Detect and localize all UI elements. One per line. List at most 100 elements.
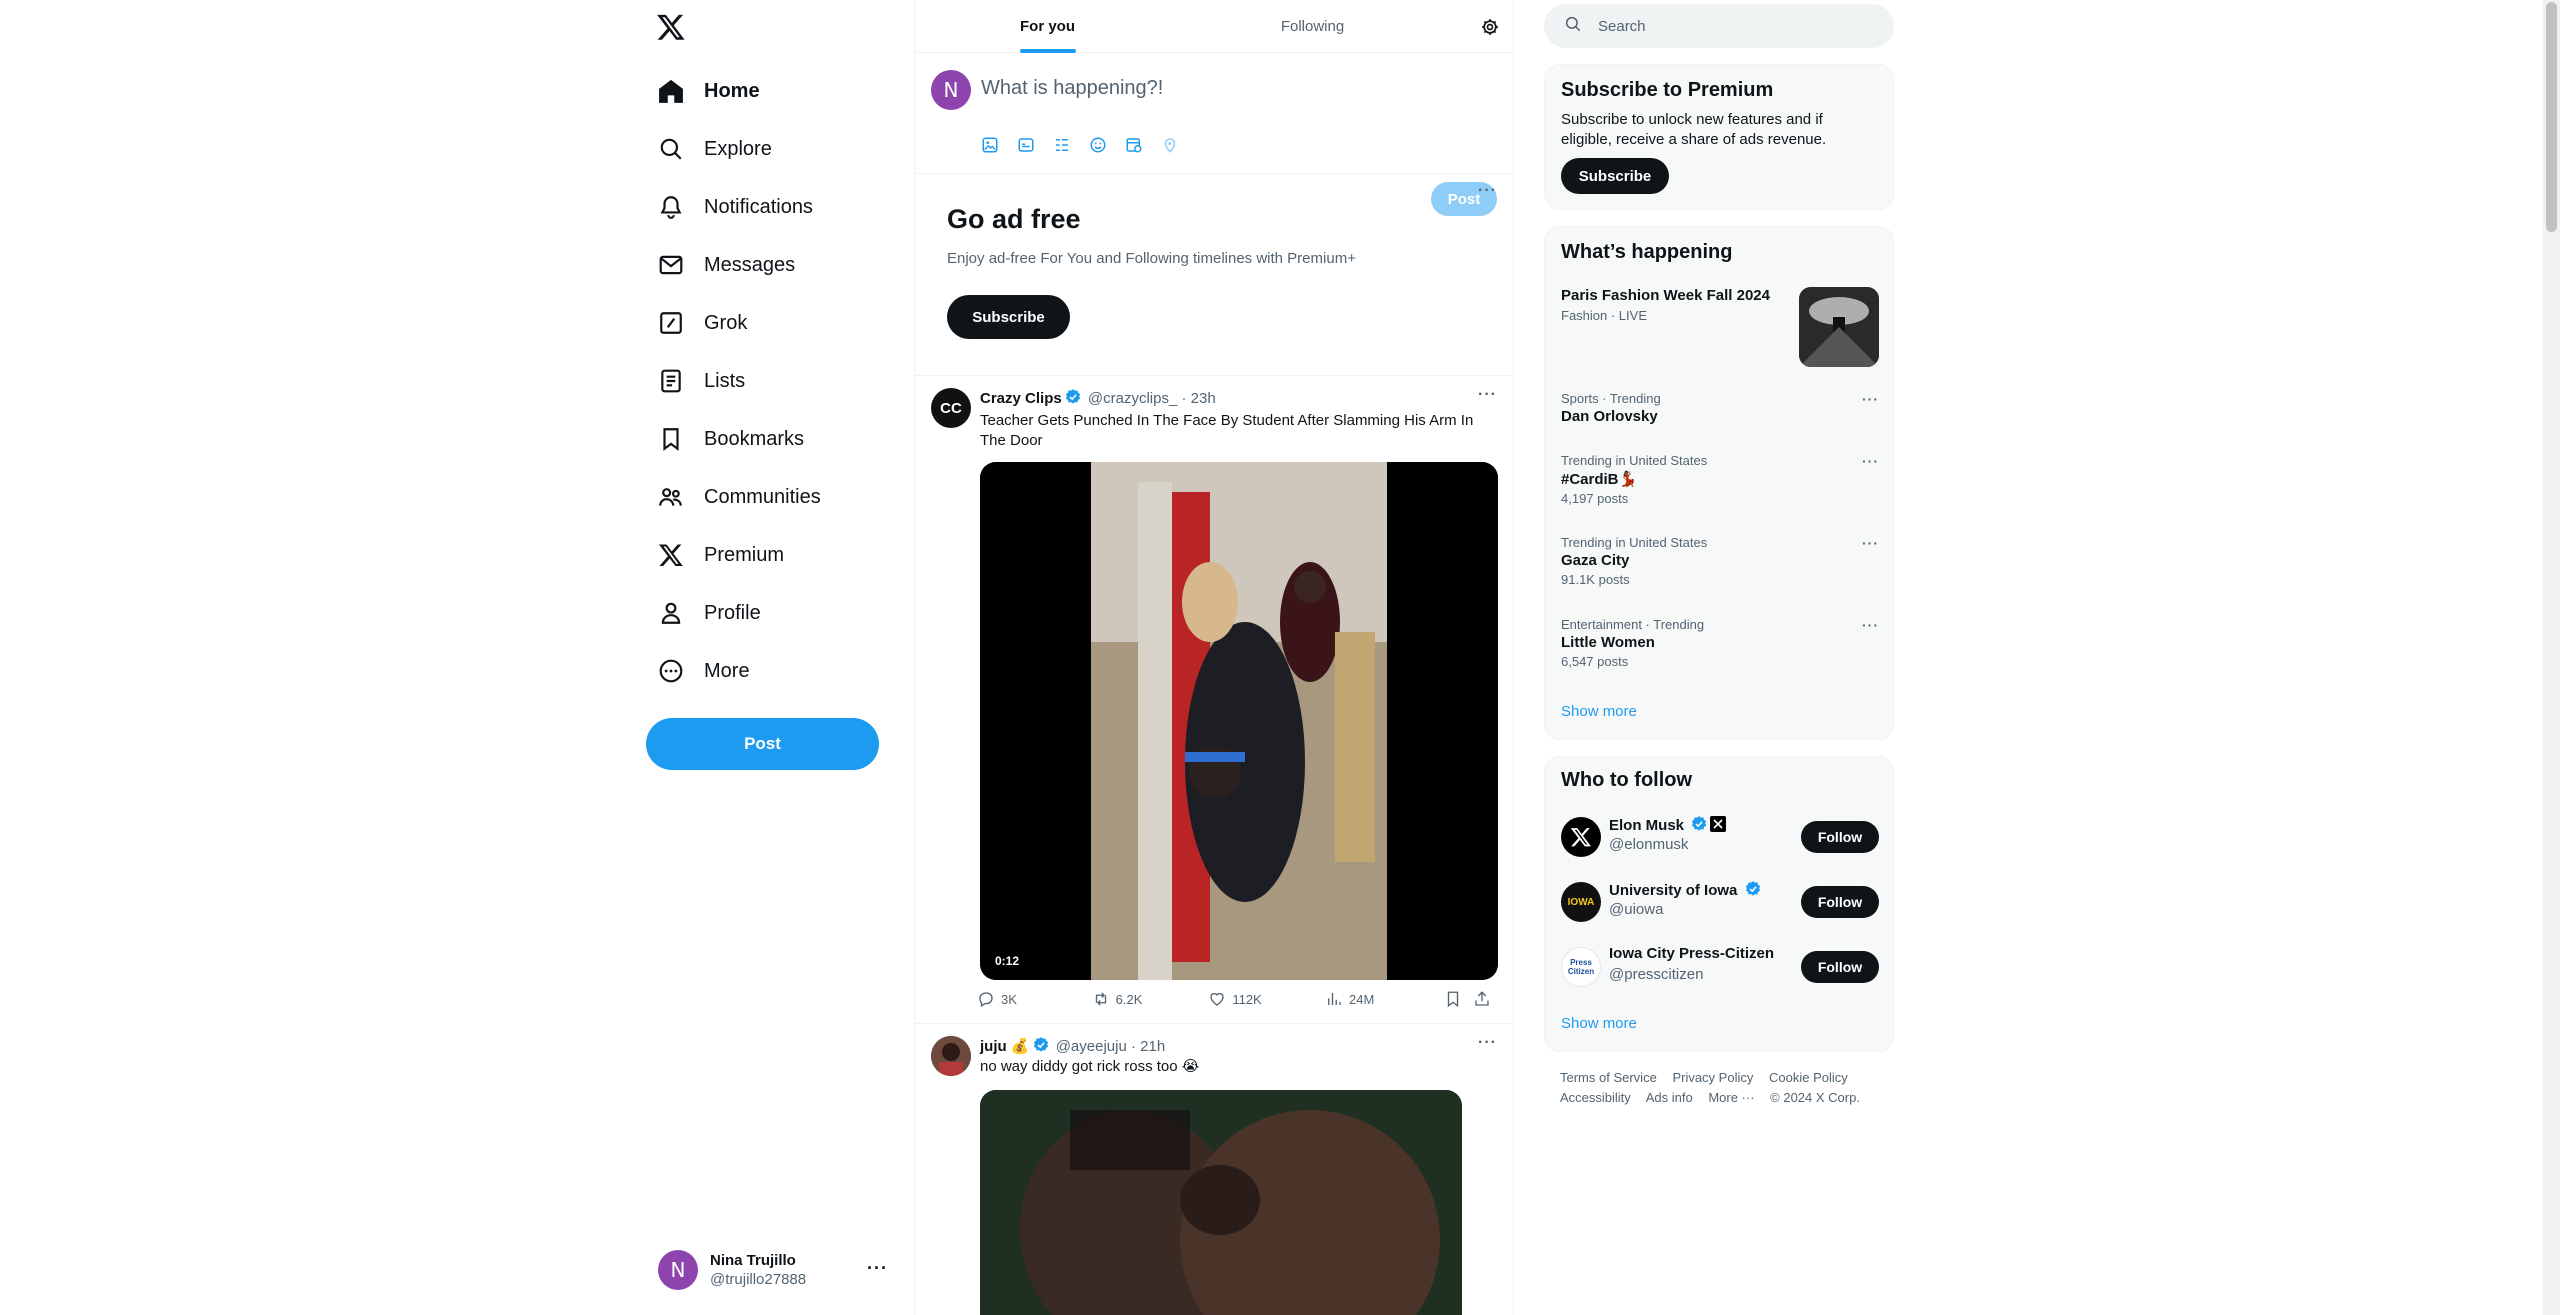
footer-link[interactable]: Ads info: [1646, 1090, 1693, 1105]
avatar[interactable]: CC: [931, 388, 971, 428]
follow-suggestion[interactable]: IOWA University of Iowa @uiowa Follow: [1561, 880, 1879, 924]
section-title: Who to follow: [1561, 769, 1693, 791]
emoji-icon[interactable]: [1086, 133, 1110, 157]
account-switcher[interactable]: N Nina Trujillo @trujillo27888 ···: [646, 1244, 896, 1296]
schedule-icon[interactable]: [1122, 133, 1146, 157]
share-button[interactable]: [1473, 990, 1497, 1008]
scrollbar[interactable]: [2543, 0, 2560, 1315]
bell-icon: [658, 194, 684, 220]
tweet-author-name[interactable]: Crazy Clips: [980, 390, 1062, 407]
tweet-author-handle[interactable]: @ayeejuju: [1056, 1038, 1127, 1055]
follow-button[interactable]: Follow: [1801, 951, 1879, 983]
tweet-video[interactable]: 0:12: [980, 462, 1498, 980]
subscribe-button[interactable]: Subscribe: [1561, 158, 1669, 194]
subscribe-button[interactable]: Subscribe: [947, 295, 1070, 339]
more-icon[interactable]: ···: [1478, 386, 1497, 404]
nav-premium[interactable]: Premium: [646, 526, 914, 584]
tweet[interactable]: juju 💰 @ayeejuju · 21h ··· no way diddy …: [915, 1024, 1513, 1315]
like-button[interactable]: 112K: [1208, 990, 1325, 1008]
tweet[interactable]: CC Crazy Clips @crazyclips_ · 23h ··· Te…: [915, 376, 1513, 1024]
more-icon[interactable]: ···: [1862, 617, 1879, 633]
trend-item[interactable]: Trending in United States Gaza City 91.1…: [1561, 535, 1879, 587]
footer-link[interactable]: Terms of Service: [1560, 1070, 1657, 1085]
tweet-time[interactable]: · 21h: [1131, 1038, 1165, 1055]
x-logo-icon[interactable]: [656, 12, 688, 44]
more-icon[interactable]: ···: [1862, 453, 1879, 469]
follow-suggestion[interactable]: Press Citizen Iowa City Press-Citizen @p…: [1561, 945, 1879, 989]
photo: [980, 1090, 1462, 1315]
x-affiliate-badge-icon: [1710, 816, 1727, 832]
tweet-time[interactable]: · 23h: [1181, 390, 1215, 407]
follow-button[interactable]: Follow: [1801, 886, 1879, 918]
nav-more[interactable]: More: [646, 642, 914, 700]
nav-bookmarks[interactable]: Bookmarks: [646, 410, 914, 468]
whats-happening-card: What’s happening Paris Fashion Week Fall…: [1544, 226, 1894, 740]
trend-meta: Sports · Trending: [1561, 391, 1661, 406]
more-icon[interactable]: ···: [1862, 535, 1879, 551]
grok-icon: [658, 310, 684, 336]
tweet-header: Crazy Clips @crazyclips_ · 23h: [980, 388, 1216, 407]
avatar: [1561, 817, 1601, 857]
nav-home[interactable]: Home: [646, 62, 914, 120]
more-icon[interactable]: ···: [1478, 1034, 1497, 1052]
trend-item[interactable]: Trending in United States #CardiB💃🏾 4,19…: [1561, 453, 1879, 506]
footer-link[interactable]: More ···: [1708, 1090, 1754, 1105]
more-circle-icon: [658, 658, 684, 684]
nav-messages[interactable]: Messages: [646, 236, 914, 294]
tweet-image[interactable]: [980, 1090, 1462, 1315]
reply-button[interactable]: 3K: [977, 990, 1092, 1008]
footer-link[interactable]: Accessibility: [1560, 1090, 1631, 1105]
compose-input[interactable]: [981, 77, 1481, 100]
repost-button[interactable]: 6.2K: [1092, 990, 1209, 1008]
show-more-link[interactable]: Show more: [1561, 703, 1637, 720]
nav-notifications[interactable]: Notifications: [646, 178, 914, 236]
search-box[interactable]: [1544, 4, 1894, 48]
repost-count: 6.2K: [1115, 991, 1143, 1007]
footer-links: Terms of Service Privacy Policy Cookie P…: [1560, 1068, 1890, 1108]
follow-button[interactable]: Follow: [1801, 821, 1879, 853]
footer-link[interactable]: Cookie Policy: [1769, 1070, 1848, 1085]
views-button[interactable]: 24M: [1325, 990, 1444, 1008]
tab-following[interactable]: Following: [1180, 0, 1445, 53]
nav-label: More: [704, 659, 750, 682]
trend-item[interactable]: Sports · Trending Dan Orlovsky ···: [1561, 391, 1879, 425]
gif-icon[interactable]: [1014, 133, 1038, 157]
verified-badge-icon: [1033, 1037, 1048, 1052]
more-icon[interactable]: ···: [1862, 391, 1879, 407]
trend-count: 6,547 posts: [1561, 654, 1629, 669]
avatar[interactable]: [931, 1036, 971, 1076]
nav-label: Messages: [704, 253, 796, 276]
gear-icon[interactable]: [1477, 14, 1503, 40]
poll-icon[interactable]: [1050, 133, 1074, 157]
more-icon[interactable]: ···: [867, 1258, 888, 1279]
nav-explore[interactable]: Explore: [646, 120, 914, 178]
trend-item[interactable]: Entertainment · Trending Little Women 6,…: [1561, 617, 1879, 669]
scrollbar-thumb[interactable]: [2546, 2, 2557, 232]
footer-link[interactable]: Privacy Policy: [1672, 1070, 1753, 1085]
image-icon[interactable]: [978, 133, 1002, 157]
post-button[interactable]: Post: [646, 718, 879, 770]
featured-trend[interactable]: Paris Fashion Week Fall 2024 Fashion · L…: [1561, 287, 1879, 369]
bookmark-icon: [1447, 991, 1458, 1008]
location-icon[interactable]: [1158, 133, 1182, 157]
follow-handle: @elonmusk: [1609, 836, 1689, 853]
nav-grok[interactable]: Grok: [646, 294, 914, 352]
x-logo-icon: [658, 542, 684, 568]
x-logo-icon: [1570, 828, 1591, 847]
tweet-author-name[interactable]: juju 💰: [980, 1038, 1030, 1055]
nav-label: Profile: [704, 601, 761, 624]
nav-communities[interactable]: Communities: [646, 468, 914, 526]
more-icon[interactable]: ···: [1478, 182, 1497, 200]
bookmark-icon: [658, 426, 684, 452]
search-icon: [1564, 15, 1582, 38]
nav-profile[interactable]: Profile: [646, 584, 914, 642]
follow-suggestion[interactable]: Elon Musk @elonmusk Follow: [1561, 815, 1879, 859]
reply-count: 3K: [1001, 991, 1017, 1007]
nav-lists[interactable]: Lists: [646, 352, 914, 410]
tweet-author-handle[interactable]: @crazyclips_: [1088, 390, 1177, 407]
tab-for-you[interactable]: For you: [915, 0, 1180, 53]
search-input[interactable]: [1598, 17, 1878, 35]
bookmark-button[interactable]: [1444, 990, 1474, 1008]
trend-meta: Trending in United States: [1561, 453, 1708, 468]
show-more-link[interactable]: Show more: [1561, 1015, 1637, 1032]
